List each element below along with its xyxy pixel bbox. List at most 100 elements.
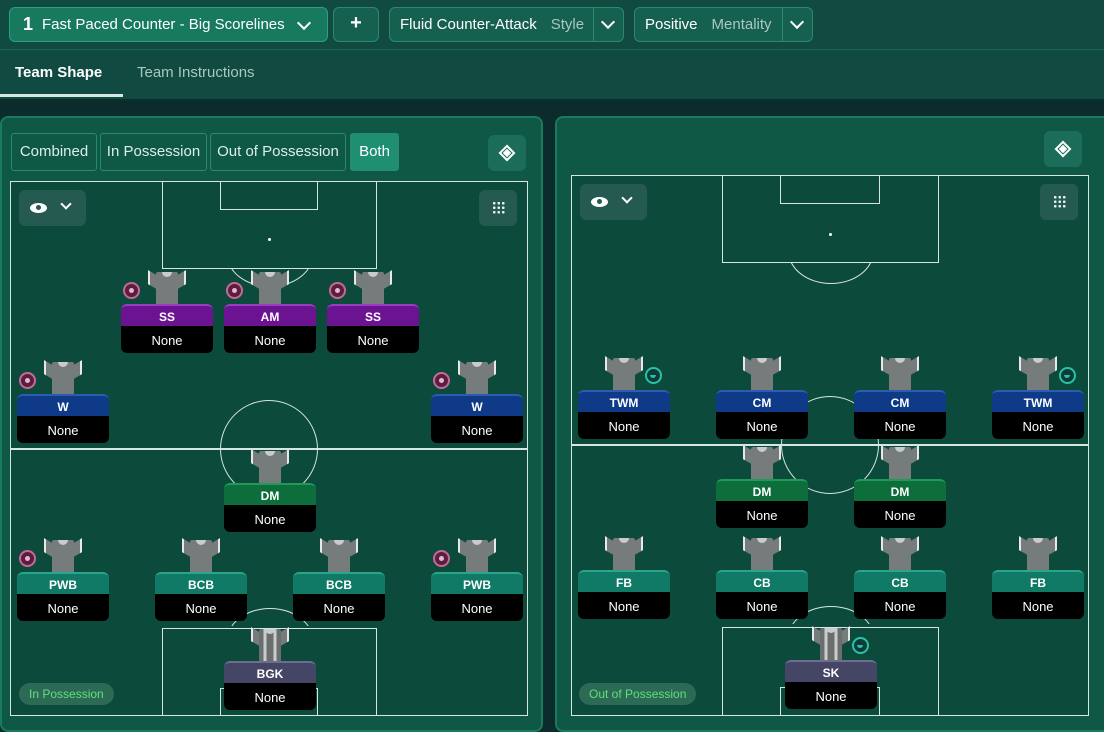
player-card-w[interactable]: W None	[17, 360, 109, 464]
tab-team-shape[interactable]: Team Shape	[15, 64, 102, 81]
player-card-ss[interactable]: SS None	[327, 270, 419, 374]
phase-label-in-possession: In Possession	[19, 683, 114, 705]
player-role: W	[431, 394, 523, 416]
player-role: BCB	[155, 572, 247, 594]
mentality-dropdown-button[interactable]	[782, 8, 812, 41]
player-card-pwb[interactable]: PWB None	[17, 538, 109, 642]
player-duty: None	[17, 594, 109, 621]
ball-icon	[19, 372, 36, 389]
view-options-button-right[interactable]	[580, 184, 647, 220]
player-duty: None	[716, 592, 808, 619]
style-selector[interactable]: Fluid Counter-Attack Style	[389, 7, 624, 42]
shirt-icon	[743, 536, 781, 572]
shirt-icon	[881, 536, 919, 572]
shirt-icon	[812, 626, 850, 662]
shirt-icon	[458, 538, 496, 574]
segment-both[interactable]: Both	[350, 133, 399, 171]
player-role: CM	[854, 390, 946, 412]
shirt-icon	[1019, 356, 1057, 392]
penalty-spot-top	[829, 233, 832, 236]
diamond-icon	[1054, 140, 1072, 158]
player-card-fb[interactable]: FB None	[578, 536, 670, 640]
segment-in-possession[interactable]: In Possession	[100, 133, 207, 171]
tackle-icon	[1059, 367, 1076, 384]
segment-combined[interactable]: Combined	[11, 133, 97, 171]
player-card-sk[interactable]: SK None	[785, 626, 877, 730]
shirt-icon	[148, 270, 186, 306]
player-role: W	[17, 394, 109, 416]
player-duty: None	[992, 592, 1084, 619]
player-role: DM	[854, 479, 946, 501]
swap-view-button-right[interactable]	[1044, 131, 1082, 167]
player-duty: None	[854, 501, 946, 528]
shirt-icon	[44, 360, 82, 396]
chevron-down-icon	[789, 14, 805, 30]
player-role: SS	[327, 304, 419, 326]
mentality-key: Mentality	[711, 16, 772, 33]
goal-area-top	[780, 176, 880, 204]
eye-icon	[591, 197, 608, 207]
shirt-icon	[320, 538, 358, 574]
player-card-twm[interactable]: TWM None	[992, 356, 1084, 460]
player-card-am[interactable]: AM None	[224, 270, 316, 374]
player-card-cb[interactable]: CB None	[716, 536, 808, 640]
player-role: DM	[224, 483, 316, 505]
player-role: AM	[224, 304, 316, 326]
add-tactic-button[interactable]: +	[333, 7, 379, 42]
player-card-ss[interactable]: SS None	[121, 270, 213, 374]
player-role: TWM	[992, 390, 1084, 412]
player-card-pwb[interactable]: PWB None	[431, 538, 523, 642]
shirt-icon	[743, 356, 781, 392]
view-options-button[interactable]	[19, 190, 86, 226]
player-duty: None	[716, 412, 808, 439]
penalty-spot-top	[268, 238, 271, 241]
player-role: BCB	[293, 572, 385, 594]
chevron-down-icon	[621, 192, 633, 204]
style-value: Fluid Counter-Attack	[400, 16, 537, 33]
player-duty: None	[155, 594, 247, 621]
player-card-w[interactable]: W None	[431, 360, 523, 464]
player-role: PWB	[17, 572, 109, 594]
shirt-icon	[458, 360, 496, 396]
shirt-icon	[44, 538, 82, 574]
tab-team-instructions[interactable]: Team Instructions	[137, 64, 255, 81]
player-card-cb[interactable]: CB None	[854, 536, 946, 640]
player-role: TWM	[578, 390, 670, 412]
player-card-dm[interactable]: DM None	[854, 445, 946, 549]
active-tab-indicator	[0, 94, 123, 97]
segment-out-of-possession[interactable]: Out of Possession	[210, 133, 346, 171]
player-card-fb[interactable]: FB None	[992, 536, 1084, 640]
chevron-down-icon	[60, 198, 72, 210]
player-duty: None	[854, 592, 946, 619]
player-role: PWB	[431, 572, 523, 594]
player-role: SS	[121, 304, 213, 326]
tactic-selector[interactable]: 1 Fast Paced Counter - Big Scorelines	[9, 7, 328, 42]
grid-toggle-button[interactable]	[479, 190, 517, 226]
shirt-icon	[605, 536, 643, 572]
shirt-icon	[354, 270, 392, 306]
player-duty: None	[716, 501, 808, 528]
phase-label-out-of-possession: Out of Possession	[579, 683, 697, 705]
player-duty: None	[431, 594, 523, 621]
shirt-icon	[743, 445, 781, 481]
swap-view-button[interactable]	[488, 135, 526, 171]
tackle-icon	[645, 367, 662, 384]
player-card-twm[interactable]: TWM None	[578, 356, 670, 460]
player-duty: None	[121, 326, 213, 353]
tactic-header: 1 Fast Paced Counter - Big Scorelines + …	[0, 0, 1104, 50]
player-card-bgk[interactable]: BGK None	[224, 627, 316, 731]
eye-icon	[30, 203, 47, 213]
grid-toggle-button-right[interactable]	[1040, 184, 1078, 220]
player-duty: None	[785, 682, 877, 709]
tactic-number: 1	[23, 14, 34, 34]
style-dropdown-button[interactable]	[593, 8, 623, 41]
tackle-icon	[852, 637, 869, 654]
player-duty: None	[293, 594, 385, 621]
player-duty: None	[854, 412, 946, 439]
mentality-selector[interactable]: Positive Mentality	[634, 7, 813, 42]
player-card-dm[interactable]: DM None	[716, 445, 808, 549]
player-duty: None	[578, 592, 670, 619]
diamond-icon	[498, 144, 516, 162]
shirt-icon	[881, 356, 919, 392]
ball-icon	[226, 282, 243, 299]
